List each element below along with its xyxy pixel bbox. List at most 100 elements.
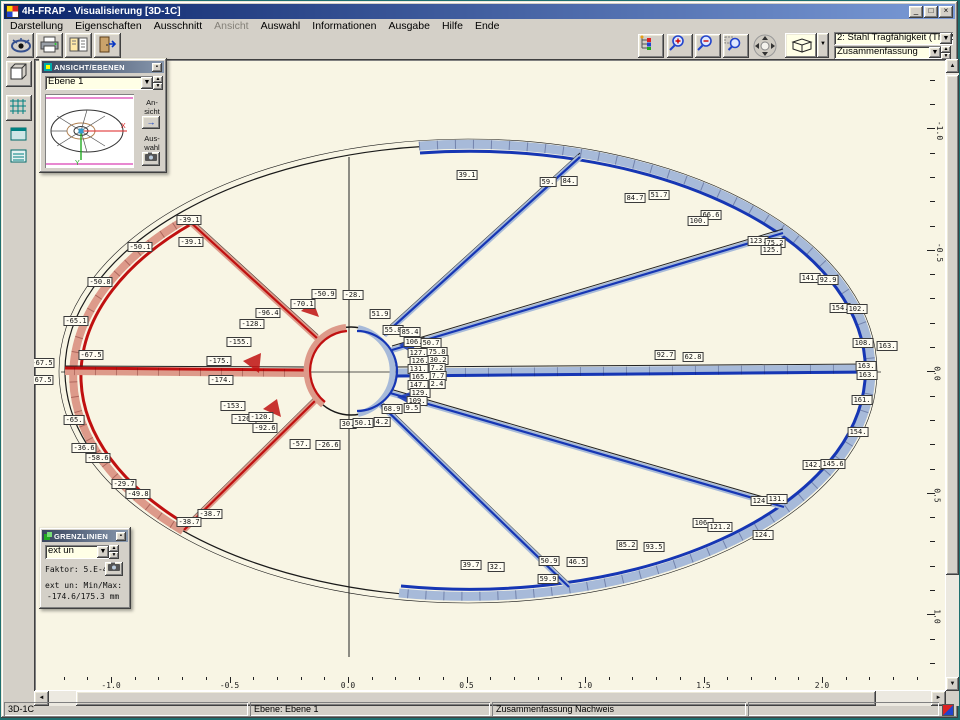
ansicht-apply-button[interactable]: → (142, 116, 160, 129)
view-cube-button[interactable] (6, 61, 32, 87)
grenz-combo[interactable]: ext un ▼ (45, 545, 110, 559)
scroll-down-icon[interactable]: ▼ (946, 677, 959, 691)
menu-item-informationen[interactable]: Informationen (306, 20, 382, 32)
y-axis-tick-label: 1.0 (933, 609, 942, 623)
value-label: 51.9 (370, 309, 391, 319)
window-title: 4H-FRAP - Visualisierung [3D-1C] (22, 6, 908, 17)
chevron-down-icon[interactable]: ▼ (929, 47, 941, 58)
value-label: 2.4 (429, 379, 446, 389)
grenz-spinner[interactable]: ▲ ▼ (109, 545, 119, 559)
ruler-tick (135, 677, 136, 680)
chevron-down-icon[interactable]: ▼ (97, 546, 109, 558)
ruler-tick (656, 677, 657, 680)
zoom-out-button[interactable] (695, 34, 721, 58)
ruler-tick (395, 677, 396, 680)
ergebnis-combo[interactable]: Zusammenfassung ▼ (834, 46, 942, 59)
spin-up-icon[interactable]: ▲ (153, 76, 163, 83)
x-axis-tick-label: 1.0 (578, 681, 592, 690)
value-label: 163. (857, 370, 878, 380)
value-label: 59.9 (538, 574, 559, 584)
auswahl-camera-button[interactable] (142, 152, 160, 166)
menu-item-ausschnitt[interactable]: Ausschnitt (148, 20, 208, 32)
toggle-ansicht-panel-button[interactable] (9, 125, 29, 144)
value-label: -92.6 (252, 423, 277, 433)
report-button[interactable] (65, 33, 92, 58)
close-button[interactable]: × (939, 6, 953, 18)
panel-close-icon[interactable]: ▪ (152, 63, 162, 72)
plan-preview[interactable]: X Y (45, 94, 134, 168)
report-icon (65, 35, 92, 54)
menu-item-auswahl[interactable]: Auswahl (255, 20, 307, 32)
display-options-button[interactable] (638, 34, 664, 58)
zoom-in-button[interactable] (667, 34, 693, 58)
ansicht-panel-title: ANSICHT/EBENEN (54, 63, 125, 72)
ruler-tick (87, 677, 88, 680)
value-label: 131. (767, 494, 788, 504)
ebene-combo[interactable]: Ebene 1 ▼ (45, 76, 154, 90)
zoom-window-button[interactable] (723, 34, 749, 58)
ruler-tick (930, 541, 935, 542)
value-label: 59. (540, 177, 557, 187)
grenzlinien-panel-titlebar[interactable]: GRENZLINIEN ▪ (42, 530, 128, 542)
value-label: -50.8 (87, 277, 112, 287)
grenz-camera-button[interactable] (105, 562, 123, 576)
display-settings-button[interactable] (7, 33, 34, 58)
title-bar[interactable]: 4H-FRAP - Visualisierung [3D-1C] _ □ × (4, 4, 955, 19)
scroll-up-icon[interactable]: ▲ (946, 59, 959, 73)
toggle-grenzlinien-panel-button[interactable] (9, 147, 29, 166)
spin-down-icon[interactable]: ▼ (153, 83, 163, 90)
ergebnis-combo-value: Zusammenfassung (837, 46, 918, 57)
grid-icon (6, 106, 30, 123)
menu-item-ansicht: Ansicht (208, 20, 254, 32)
model-viewport[interactable]: 39.159.84.84.751.766.6100.123.75.2125.14… (34, 59, 946, 691)
cube-icon (6, 72, 30, 89)
nachweis-combo-value: 2: Stahl Tragfähigkeit (Th. 2. O (837, 32, 953, 43)
vertical-scrollbar[interactable]: ▲ ▼ (946, 59, 959, 691)
side-toolbar (4, 59, 34, 702)
ruler-tick (930, 104, 935, 105)
ruler-tick (561, 677, 562, 680)
menu-item-eigenschaften[interactable]: Eigenschaften (69, 20, 148, 32)
spin-up-icon[interactable]: ▲ (109, 545, 119, 552)
menu-item-ende[interactable]: Ende (469, 20, 506, 32)
exit-button[interactable] (94, 33, 121, 58)
value-label: 84. (561, 176, 578, 186)
ruler-tick (372, 677, 373, 680)
chevron-down-icon[interactable]: ▼ (141, 77, 153, 89)
nachweis-combo[interactable]: 2: Stahl Tragfähigkeit (Th. 2. O ▼ (834, 32, 953, 45)
value-label: -28. (343, 290, 364, 300)
value-label: 102. (847, 304, 868, 314)
spin-down-icon[interactable]: ▼ (109, 552, 119, 559)
menu-item-hilfe[interactable]: Hilfe (436, 20, 469, 32)
menu-item-darstellung[interactable]: Darstellung (4, 20, 69, 32)
ruler-tick (538, 677, 539, 680)
grenzlinien-panel[interactable]: GRENZLINIEN ▪ ext un ▼ ▲ ▼ Faktor: 5.E-4… (39, 527, 131, 609)
value-label: 39.1 (457, 170, 478, 180)
menu-item-ausgabe[interactable]: Ausgabe (383, 20, 436, 32)
vertical-scroll-thumb[interactable] (946, 75, 959, 575)
ruler-tick (869, 677, 870, 680)
ansicht-panel-titlebar[interactable]: ANSICHT/EBENEN ▪ (42, 61, 164, 73)
spin-up-icon[interactable]: ▲ (941, 46, 951, 53)
ergebnis-spinner[interactable]: ▲ ▼ (941, 46, 951, 60)
auswahl-label: Aus- wahl (139, 134, 165, 152)
value-label: 84.7 (625, 193, 646, 203)
grid-button[interactable] (6, 95, 32, 121)
pan-control[interactable] (752, 34, 778, 58)
print-button[interactable] (36, 33, 63, 58)
ansicht-ebenen-panel[interactable]: ANSICHT/EBENEN ▪ Ebene 1 ▼ ▲ ▼ X Y (39, 58, 167, 173)
panel-glyph-icon (44, 63, 52, 71)
ruler-tick (930, 590, 935, 591)
panel-close-icon[interactable]: ▪ (116, 532, 126, 541)
grenzlinien-panel-title: GRENZLINIEN (54, 532, 108, 541)
minimize-button[interactable]: _ (909, 6, 923, 18)
list-panel-icon (9, 153, 29, 170)
view-3d-dropdown[interactable]: ▼ (817, 33, 829, 58)
value-label: 92.9 (818, 275, 839, 285)
chevron-down-icon[interactable]: ▼ (940, 33, 952, 44)
ebene-spinner[interactable]: ▲ ▼ (153, 76, 163, 90)
faktor-label: Faktor: 5.E-4 (45, 565, 108, 574)
value-label: 39.7 (461, 560, 482, 570)
maximize-button[interactable]: □ (924, 6, 938, 18)
view-3d-button[interactable] (785, 33, 817, 58)
